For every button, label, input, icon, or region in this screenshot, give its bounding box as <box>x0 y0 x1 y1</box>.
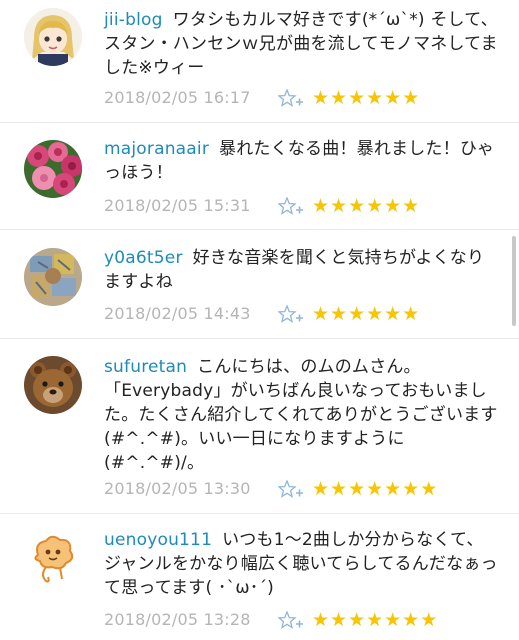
comment-text-block: sufuretan こんにちは、のムのムさん。「Everybady」がいちばん良い… <box>104 355 499 475</box>
star-rating: ★★★★★★ <box>312 303 421 325</box>
comment-username[interactable]: jii-blog <box>104 10 163 30</box>
comment-username[interactable]: sufuretan <box>104 357 187 377</box>
comment-item: majoranaair 暴れたくなる曲！暴れました！ひゃっほう！ 2018/02/… <box>0 123 519 228</box>
star-rating: ★★★★★★ <box>312 195 421 217</box>
comment-text-block: majoranaair 暴れたくなる曲！暴れました！ひゃっほう！ <box>104 137 499 185</box>
star-rating: ★★★★★★★ <box>312 609 439 631</box>
comment-text-block: uenoyou111 いつも1～2曲しか分からなくて、ジャンルをかなり幅広く聴いて… <box>104 528 499 600</box>
comment-username[interactable]: y0a6t5er <box>104 248 183 268</box>
comment-text-block: y0a6t5er 好きな音楽を聞くと気持ちがよくなりますよね <box>104 246 499 294</box>
mosaic-avatar-icon <box>24 248 82 306</box>
user-avatar[interactable] <box>24 529 82 587</box>
user-avatar[interactable] <box>24 8 82 66</box>
comment-item: uenoyou111 いつも1～2曲しか分からなくて、ジャンルをかなり幅広く聴いて… <box>0 514 519 640</box>
star-plus-icon[interactable] <box>278 89 304 109</box>
star-plus-icon[interactable] <box>278 305 304 325</box>
comment-item: sufuretan こんにちは、のムのムさん。「Everybady」がいちばん良い… <box>0 339 519 512</box>
roses-avatar-icon <box>24 140 82 198</box>
comment-timestamp: 2018/02/05 16:17 <box>104 88 251 107</box>
user-avatar[interactable] <box>24 356 82 414</box>
cartoon-character-avatar-icon <box>24 529 82 587</box>
star-plus-icon[interactable] <box>278 611 304 631</box>
anime-girl-avatar-icon <box>24 8 82 66</box>
comment-body: ワタシもカルマ好きです(*´ω`*) そして、スタン・ハンセンｗ兄が曲を流してモ… <box>104 10 498 78</box>
comment-username[interactable]: majoranaair <box>104 139 209 159</box>
comment-timestamp: 2018/02/05 14:43 <box>104 304 251 323</box>
star-rating: ★★★★★★ <box>312 87 421 109</box>
comment-text-block: jii-blog ワタシもカルマ好きです(*´ω`*) そして、スタン・ハンセンｗ… <box>104 8 499 80</box>
comment-item: jii-blog ワタシもカルマ好きです(*´ω`*) そして、スタン・ハンセンｗ… <box>0 0 519 120</box>
comment-item: y0a6t5er 好きな音楽を聞くと気持ちがよくなりますよね 2018/02/05… <box>0 230 519 337</box>
comment-list: jii-blog ワタシもカルマ好きです(*´ω`*) そして、スタン・ハンセンｗ… <box>0 0 519 640</box>
comment-timestamp: 2018/02/05 15:31 <box>104 196 251 215</box>
comment-timestamp: 2018/02/05 13:30 <box>104 479 251 498</box>
scrollbar[interactable] <box>512 236 516 326</box>
comment-username[interactable]: uenoyou111 <box>104 530 212 550</box>
star-plus-icon[interactable] <box>278 480 304 500</box>
teddy-bear-avatar-icon <box>24 356 82 414</box>
user-avatar[interactable] <box>24 140 82 198</box>
star-rating: ★★★★★★★ <box>312 478 439 500</box>
comment-timestamp: 2018/02/05 13:28 <box>104 610 251 629</box>
star-plus-icon[interactable] <box>278 197 304 217</box>
user-avatar[interactable] <box>24 248 82 306</box>
